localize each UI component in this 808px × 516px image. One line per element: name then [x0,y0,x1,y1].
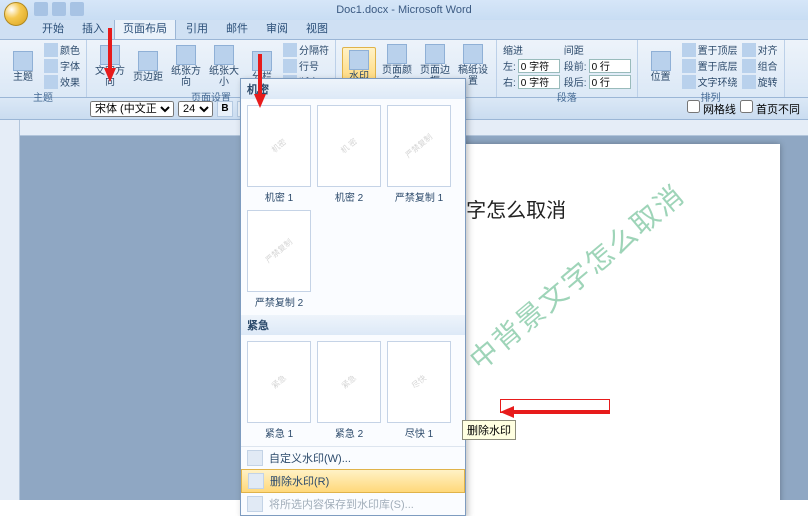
bold-button[interactable]: B [217,101,233,117]
font-select[interactable]: 宋体 (中文正 [90,101,174,117]
themes-button[interactable]: 主题 [6,49,40,83]
watermark-icon [349,50,369,70]
align-button[interactable]: 对齐 [742,42,778,57]
indent-label: 缩进 [503,42,560,57]
firstpage-toggle[interactable]: 首页不同 [740,100,800,117]
watermark-thumb[interactable]: 严禁复制严禁复制 1 [387,105,451,204]
watermark-thumb[interactable]: 机密机密 1 [247,105,311,204]
gridlines-toggle[interactable]: 网格线 [687,100,736,117]
watermark-thumb[interactable]: 严禁复制严禁复制 2 [247,210,311,309]
margins-button[interactable]: 页边距 [131,49,165,83]
custom-watermark-icon [247,450,263,466]
size-button[interactable]: 纸张大小 [207,43,241,88]
save-watermark-menuitem[interactable]: 将所选内容保存到水印库(S)... [241,493,465,515]
send-back-icon [682,59,696,73]
indent-left-label: 左: [503,58,516,73]
group-paragraph: 缩进 左: 右: 间距 段前: 段后: 段落 [497,40,638,97]
rotate-icon [742,75,756,89]
effects-icon [44,75,58,89]
colors-icon [44,43,58,57]
group-themes-label: 主题 [6,89,80,104]
remove-watermark-icon [248,473,264,489]
annotation-arrow-watermark [254,94,266,108]
themes-icon [13,51,33,71]
bring-front-button[interactable]: 置于顶层 [682,42,738,57]
watermark-thumb[interactable]: 机 密机密 2 [317,105,381,204]
tab-review[interactable]: 审阅 [258,17,296,39]
annotation-arrow-remove [500,406,514,418]
tab-insert[interactable]: 插入 [74,17,112,39]
draft-icon [463,44,483,64]
linenums-icon [283,59,297,73]
spacing-after-label: 段后: [564,74,587,89]
fontsize-select[interactable]: 24 [178,101,213,117]
group-icon [742,59,756,73]
orientation-button[interactable]: 纸张方向 [169,43,203,88]
tab-view[interactable]: 视图 [298,17,336,39]
orientation-icon [176,45,196,65]
columns-icon [252,51,272,71]
qat-redo-icon[interactable] [70,2,84,16]
window-title: Doc1.docx - Microsoft Word [336,4,472,16]
bring-front-icon [682,43,696,57]
watermark-thumb[interactable]: 尽快尽快 1 [387,341,451,440]
breaks-button[interactable]: 分隔符 [283,42,329,57]
vertical-ruler [0,120,20,500]
pagecolor-icon [387,44,407,64]
tab-references[interactable]: 引用 [178,17,216,39]
ribbon-tabs: 开始 插入 页面布局 引用 邮件 审阅 视图 [0,20,808,40]
theme-fonts[interactable]: 字体 [44,58,80,73]
watermark-thumb[interactable]: 紧急紧急 1 [247,341,311,440]
group-arrange: 位置 置于顶层 置于底层 文字环绕 对齐 组合 旋转 排列 [638,40,785,97]
position-icon [651,51,671,71]
group-button[interactable]: 组合 [742,58,778,73]
theme-colors[interactable]: 颜色 [44,42,80,57]
position-button[interactable]: 位置 [644,49,678,83]
indent-right-input[interactable] [518,75,560,89]
office-button[interactable] [4,2,28,26]
tab-home[interactable]: 开始 [34,17,72,39]
indent-left-input[interactable] [518,59,560,73]
group-paragraph-label: 段落 [503,89,631,104]
textwrap-button[interactable]: 文字环绕 [682,74,738,89]
remove-watermark-menuitem[interactable]: 删除水印(R) [241,469,465,493]
qat-undo-icon[interactable] [52,2,66,16]
textwrap-icon [682,75,696,89]
annotation-arrow-tab [104,68,116,82]
group-themes: 主题 颜色 字体 效果 主题 [0,40,87,97]
tooltip: 删除水印 [462,420,516,440]
breaks-icon [283,43,297,57]
spacing-after-input[interactable] [589,75,631,89]
spacing-label: 间距 [564,42,631,57]
watermark-gallery: 机密 机密机密 1 机 密机密 2 严禁复制严禁复制 1 严禁复制严禁复制 2 … [240,78,466,516]
titlebar: Doc1.docx - Microsoft Word [0,0,808,20]
margins-icon [138,51,158,71]
spacing-before-label: 段前: [564,58,587,73]
qat-save-icon[interactable] [34,2,48,16]
gallery-section-confidential: 机密 [241,79,465,99]
gallery-section-urgent: 紧急 [241,315,465,335]
theme-effects[interactable]: 效果 [44,74,80,89]
quick-access-toolbar [34,2,84,16]
linenums-button[interactable]: 行号 [283,58,329,73]
send-back-button[interactable]: 置于底层 [682,58,738,73]
save-watermark-icon [247,496,263,512]
custom-watermark-menuitem[interactable]: 自定义水印(W)... [241,447,465,469]
fonts-icon [44,59,58,73]
indent-right-label: 右: [503,74,516,89]
size-icon [214,45,234,65]
spacing-before-input[interactable] [589,59,631,73]
pageborder-icon [425,44,445,64]
tab-mailings[interactable]: 邮件 [218,17,256,39]
align-icon [742,43,756,57]
rotate-button[interactable]: 旋转 [742,74,778,89]
watermark-thumb[interactable]: 紧急紧急 2 [317,341,381,440]
